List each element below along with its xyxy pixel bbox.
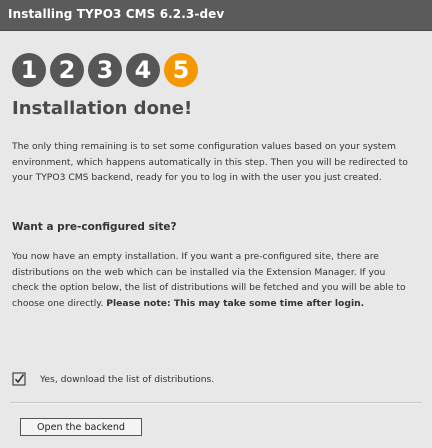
checkmark-icon — [12, 372, 26, 386]
step-4-indicator: 4 — [126, 53, 160, 87]
window-titlebar: Installing TYPO3 CMS 6.2.3-dev — [0, 0, 432, 31]
download-distributions-label[interactable]: Yes, download the list of distributions. — [40, 374, 214, 385]
please-note-text: Please note: This may take some time aft… — [106, 297, 365, 309]
step-1-indicator: 1 — [12, 53, 46, 87]
download-distributions-option[interactable]: Yes, download the list of distributions. — [12, 368, 214, 390]
install-step-panel: 1 2 3 4 5 Installation done! The only th… — [10, 40, 422, 448]
page-title: Installation done! — [12, 98, 193, 119]
intro-text: The only thing remaining is to set some … — [12, 141, 408, 184]
download-distributions-checkbox[interactable] — [12, 372, 26, 386]
step-3-indicator: 3 — [88, 53, 122, 87]
step-indicator: 1 2 3 4 5 — [12, 53, 198, 89]
divider — [10, 402, 422, 404]
window-title: Installing TYPO3 CMS 6.2.3-dev — [8, 7, 225, 21]
section-heading: Want a pre-configured site? — [12, 221, 177, 233]
open-backend-button[interactable]: Open the backend — [20, 418, 142, 436]
distribution-info-text: You now have an empty installation. If y… — [12, 249, 410, 311]
step-2-indicator: 2 — [50, 53, 84, 87]
step-5-indicator-active: 5 — [164, 53, 198, 87]
